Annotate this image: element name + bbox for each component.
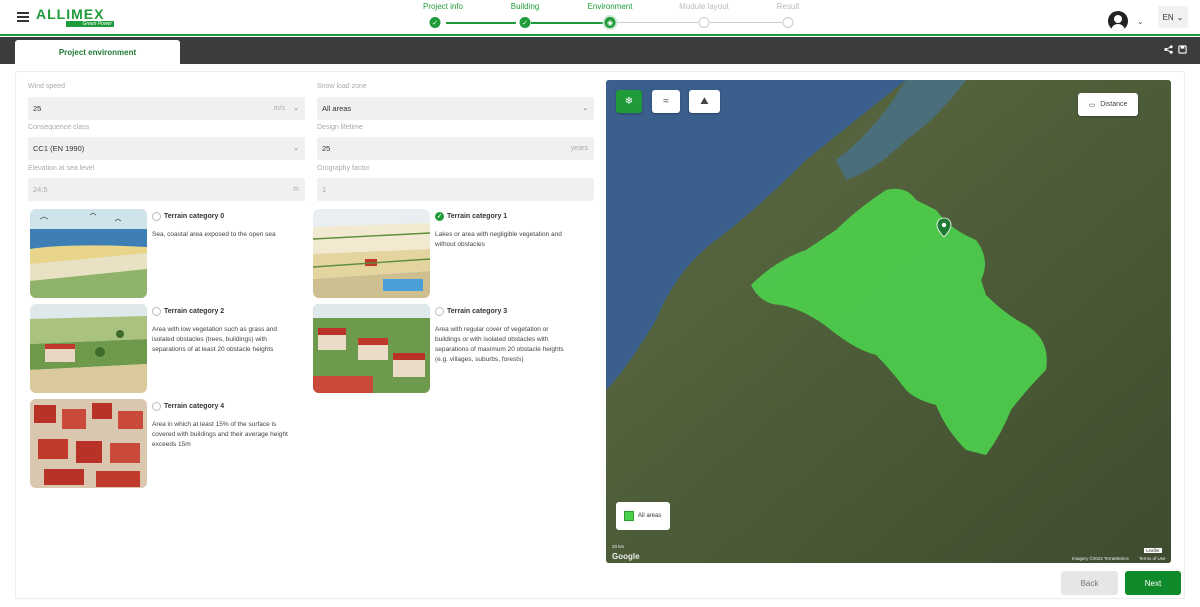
terrain-4-illustration[interactable] [30,399,147,488]
tab-bar [0,37,1200,64]
leaflet-link[interactable]: Leaflet [1144,548,1162,553]
map-legend: All areas [616,502,670,530]
elevation-value: 24.5 [33,185,48,194]
chevron-down-icon[interactable]: ⌄ [1137,17,1144,26]
share-icon[interactable] [1164,45,1173,56]
elevation-input[interactable]: 24.5 m [28,178,305,201]
terrain-1-desc: Lakes or area with negligible vegetation… [435,231,562,248]
language-select[interactable]: EN ⌄ [1158,6,1188,28]
terrain-3-radio[interactable]: Terrain category 3 [435,307,507,316]
elevation-unit: m [293,186,299,193]
consequence-class-label: Consequence class [28,124,90,131]
terrain-2-illustration[interactable] [30,304,147,393]
step-connector [616,22,698,23]
terrain-0-illustration[interactable] [30,209,147,298]
consequence-class-value: CC1 (EN 1990) [33,144,85,153]
terrain-2-radio[interactable]: Terrain category 2 [152,307,224,316]
orography-value: 1 [322,185,327,194]
terrain-1-title: Terrain category 1 [447,213,508,220]
terrain-1-radio[interactable]: ✓ Terrain category 1 [435,212,507,221]
next-button[interactable]: Next [1125,571,1181,595]
radio-unchecked-icon [435,307,444,316]
progress-stepper: Project info Building Environment Module… [400,0,820,34]
check-icon: ✓ [519,17,531,28]
wind-speed-unit: m/s [273,105,285,112]
wind-icon: ≈ [663,96,669,107]
wind-speed-input[interactable]: 25 m/s ⌄ [28,97,305,120]
save-icon[interactable] [1178,45,1187,56]
google-logo: Google [612,552,640,561]
brand-logo[interactable]: ALLIMEX Green Power [36,6,114,28]
design-lifetime-label: Design lifetime [317,124,363,131]
legend-swatch [624,511,634,521]
legend-label: All areas [638,513,662,519]
radio-unchecked-icon [152,307,161,316]
distance-tool-button[interactable]: ▭ Distance [1078,93,1138,116]
map-scale: 20 km [612,544,625,549]
back-button[interactable]: Back [1061,571,1118,595]
snow-load-zone-label: Snow load zone [317,83,367,90]
step-project-info[interactable]: Project info [423,2,463,11]
menu-icon[interactable] [17,12,29,22]
chevron-down-icon: ⌄ [1176,12,1184,22]
step-connector [531,22,604,24]
terrain-4-radio[interactable]: Terrain category 4 [152,402,224,411]
terrain-3-illustration[interactable] [313,304,430,393]
current-step-icon: ◉ [604,17,616,28]
terrain-map-button[interactable]: ⛰ [689,90,720,113]
step-connector [710,22,782,23]
snow-load-zone-select[interactable]: All areas ⌄ [317,97,594,120]
step-module-layout: Module layout [679,2,729,11]
check-icon: ✓ [429,17,441,28]
radio-unchecked-icon [152,402,161,411]
terrain-4-title: Terrain category 4 [164,403,225,410]
pending-step-icon [782,17,794,28]
design-lifetime-input[interactable]: 25 years [317,137,594,160]
top-bar: ALLIMEX Green Power Project info Buildin… [0,0,1200,36]
terrain-2-desc: Area with low vegetation such as grass a… [152,326,278,353]
chevron-down-icon: ⌄ [582,105,588,112]
wind-speed-value: 25 [33,104,42,113]
consequence-class-select[interactable]: CC1 (EN 1990) ⌄ [28,137,305,160]
snow-map-button[interactable]: ❄ [616,90,642,113]
terrain-0-radio[interactable]: Terrain category 0 [152,212,224,221]
wind-map-button[interactable]: ≈ [652,90,680,113]
ruler-icon: ▭ [1088,101,1096,109]
design-lifetime-unit: years [570,145,588,152]
elevation-label: Elevation at sea level [28,165,95,172]
tab-project-environment[interactable]: Project environment [15,40,180,64]
terrain-icon: ⛰ [700,96,709,107]
chevron-down-icon: ⌄ [293,105,299,112]
terrain-3-title: Terrain category 3 [447,308,508,315]
terms-of-use-link[interactable]: Terms of Use [1139,556,1166,561]
language-value: EN [1162,12,1174,22]
step-connector [446,22,516,24]
user-avatar-icon[interactable] [1108,11,1128,31]
step-result: Result [776,2,800,11]
chevron-down-icon: ⌄ [293,145,299,152]
check-icon: ✓ [435,212,444,221]
radio-unchecked-icon [152,212,161,221]
pending-step-icon [698,17,710,28]
step-environment[interactable]: Environment [588,2,633,11]
map-satellite-image [606,80,1171,563]
orography-input[interactable]: 1 [317,178,594,201]
terrain-4-desc: Area in which at least 15% of the surfac… [152,421,288,448]
distance-label: Distance [1100,101,1128,108]
terrain-2-title: Terrain category 2 [164,308,225,315]
map-view[interactable]: 20 km Google Imagery ©2022 TerraMetrics … [606,80,1171,563]
terrain-0-title: Terrain category 0 [164,213,225,220]
terrain-3-desc: Area with regular cover of vegetation or… [435,326,564,363]
snowflake-icon: ❄ [624,96,634,107]
map-imagery-credit: Imagery ©2022 TerraMetrics [1072,556,1129,561]
design-lifetime-value: 25 [322,144,331,153]
snow-load-zone-value: All areas [322,104,352,113]
terrain-1-illustration[interactable] [313,209,430,298]
orography-label: Orography factor [317,165,370,172]
wind-speed-label: Wind speed [28,83,65,90]
step-building[interactable]: Building [511,2,539,11]
brand-name: ALLIMEX [36,6,105,22]
terrain-0-desc: Sea, coastal area exposed to the open se… [152,231,276,238]
